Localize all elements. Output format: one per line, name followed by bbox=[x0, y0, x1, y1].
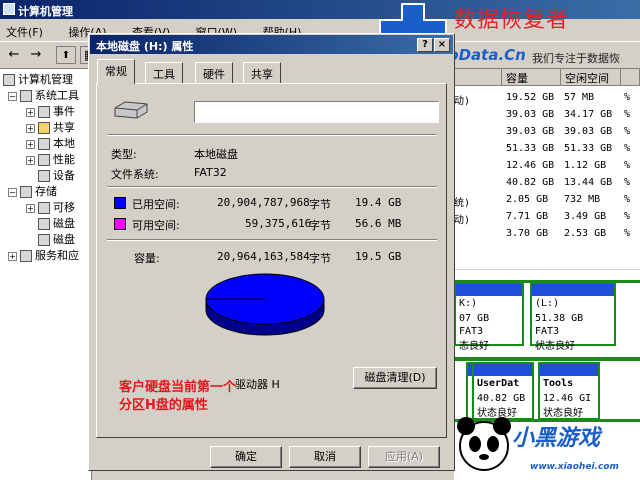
slogan-watermark: 我们专注于数据恢 bbox=[532, 52, 620, 65]
tree-item-device-manager[interactable]: 设备 bbox=[38, 168, 75, 184]
dialog-title-bar: 本地磁盘 (H:) 属性 ? × bbox=[90, 35, 453, 54]
tree-item-removable-storage[interactable]: + 可移 bbox=[26, 200, 75, 216]
expand-icon[interactable]: + bbox=[26, 139, 35, 149]
capacity-unit: 字节 bbox=[309, 252, 331, 265]
volume-label-input[interactable] bbox=[194, 101, 439, 123]
tree-item-shared-folders[interactable]: + 共享 bbox=[26, 120, 75, 136]
table-row[interactable]: 统) 2.05 GB 732 MB% bbox=[454, 192, 640, 209]
table-row[interactable]: 3.70 GB 2.53 GB% bbox=[454, 226, 640, 243]
device-manager-icon bbox=[38, 170, 50, 182]
volume-block-l[interactable]: (L:) 51.38 GB FAT3 状态良好 bbox=[530, 282, 616, 352]
disk-usage-pie bbox=[205, 273, 325, 336]
table-row[interactable]: 51.33 GB 51.33 GB% bbox=[454, 141, 640, 158]
file-system-value: FAT32 bbox=[194, 166, 227, 179]
tree-item-system-tools[interactable]: − 系统工具 bbox=[8, 88, 79, 104]
console-tree: 计算机管理 − 系统工具 + 事件 + 共享 + 本地 + 性能 设备 − 存储 + 可移 磁… bbox=[0, 69, 92, 480]
hard-drive-icon bbox=[114, 101, 148, 119]
tab-sharing[interactable]: 共享 bbox=[243, 62, 281, 83]
apply-button[interactable]: 应用(A) bbox=[368, 446, 440, 468]
table-row[interactable]: 动) 7.71 GB 3.49 GB% bbox=[454, 209, 640, 226]
tree-item-services[interactable]: + 服务和应 bbox=[8, 248, 79, 264]
disk-icon bbox=[38, 218, 50, 230]
tab-tools[interactable]: 工具 bbox=[145, 62, 183, 83]
free-space-bytes: 59,375,616 bbox=[245, 217, 312, 230]
table-row[interactable]: 动) 19.52 GB 57 MB% bbox=[454, 90, 640, 107]
table-row[interactable]: 39.03 GB 39.03 GB% bbox=[454, 124, 640, 141]
help-icon[interactable]: ? bbox=[417, 38, 433, 52]
tree-item-disk-management[interactable]: 磁盘 bbox=[38, 232, 75, 248]
table-row[interactable]: 40.82 GB 13.44 GB% bbox=[454, 175, 640, 192]
expand-icon[interactable]: + bbox=[26, 155, 35, 165]
table-row[interactable]: 39.03 GB 34.17 GB% bbox=[454, 107, 640, 124]
performance-icon bbox=[38, 154, 50, 166]
event-viewer-icon bbox=[38, 106, 50, 118]
used-space-bytes: 20,904,787,968 bbox=[217, 196, 310, 209]
close-icon[interactable]: × bbox=[434, 38, 450, 52]
collapse-icon[interactable]: − bbox=[8, 187, 17, 197]
brand-watermark-text: 数据恢复者 bbox=[454, 8, 570, 33]
computer-icon bbox=[3, 74, 15, 86]
drive-label: 驱动器 H bbox=[235, 378, 280, 391]
expand-icon[interactable]: + bbox=[8, 251, 17, 261]
tab-general[interactable]: 常规 bbox=[97, 59, 135, 84]
tree-item-computer-management[interactable]: 计算机管理 bbox=[3, 72, 73, 88]
type-value: 本地磁盘 bbox=[194, 148, 238, 161]
removable-storage-icon bbox=[38, 202, 50, 214]
tree-item-storage[interactable]: − 存储 bbox=[8, 184, 57, 200]
capacity-label: 容量: bbox=[134, 252, 160, 265]
main-window-title: 计算机管理 bbox=[18, 5, 73, 18]
tab-hardware[interactable]: 硬件 bbox=[195, 62, 233, 83]
free-space-size: 56.6 MB bbox=[355, 217, 402, 230]
tools-icon bbox=[20, 90, 32, 102]
expand-icon[interactable]: + bbox=[26, 123, 35, 133]
computer-management-icon bbox=[3, 3, 15, 15]
tree-item-disk-defragmenter[interactable]: 磁盘 bbox=[38, 216, 75, 232]
tree-item-local-users[interactable]: + 本地 bbox=[26, 136, 75, 152]
used-space-size: 19.4 GB bbox=[355, 196, 402, 209]
volume-list: 容量 空闲空间 动) 19.52 GB 57 MB% 39.03 GB 34.17 G… bbox=[454, 69, 640, 269]
cancel-button[interactable]: 取消 bbox=[289, 446, 361, 468]
free-space-unit: 字节 bbox=[309, 219, 331, 232]
table-row[interactable]: 12.46 GB 1.12 GB% bbox=[454, 158, 640, 175]
column-header-capacity[interactable]: 容量 bbox=[502, 69, 561, 86]
capacity-bytes: 20,964,163,584 bbox=[217, 250, 310, 263]
column-header-free-space[interactable]: 空闲空间 bbox=[561, 69, 621, 86]
tree-item-event-viewer[interactable]: + 事件 bbox=[26, 104, 75, 120]
used-space-label: 已用空间: bbox=[132, 198, 180, 211]
volume-block-tools[interactable]: Tools 12.46 GI 状态良好 bbox=[538, 362, 600, 420]
menu-file[interactable]: 文件(F) bbox=[6, 26, 43, 39]
expand-icon[interactable]: + bbox=[26, 203, 35, 213]
capacity-size: 19.5 GB bbox=[355, 250, 402, 263]
disk-icon bbox=[38, 234, 50, 246]
annotation-note: 客户硬盘当前第一个 分区H盘的属性 bbox=[119, 380, 237, 413]
percent-cell: % bbox=[624, 92, 631, 103]
column-header-status[interactable] bbox=[454, 69, 502, 86]
dialog-title: 本地磁盘 (H:) 属性 bbox=[96, 40, 194, 53]
footer-logo-text: 小黑游戏 bbox=[512, 426, 601, 451]
up-folder-icon[interactable]: ⬆ bbox=[56, 46, 76, 64]
back-arrow-icon[interactable]: ← bbox=[4, 46, 24, 64]
free-space-swatch bbox=[114, 218, 126, 230]
forward-arrow-icon[interactable]: → bbox=[26, 46, 46, 64]
footer-site-watermark: www.xiaohei.com bbox=[530, 462, 619, 472]
type-label: 类型: bbox=[111, 148, 137, 161]
ok-button[interactable]: 确定 bbox=[210, 446, 282, 468]
storage-icon bbox=[20, 186, 32, 198]
disk-cleanup-button[interactable]: 磁盘清理(D) bbox=[353, 367, 437, 389]
used-space-swatch bbox=[114, 197, 126, 209]
services-icon bbox=[20, 250, 32, 262]
folder-icon bbox=[38, 122, 50, 134]
volume-block-k[interactable]: K:) 07 GB FAT3 态良好 bbox=[454, 282, 524, 352]
used-space-unit: 字节 bbox=[309, 198, 331, 211]
properties-dialog: 本地磁盘 (H:) 属性 ? × 常规 工具 硬件 共享 类型: 本地磁盘 文件… bbox=[88, 33, 455, 471]
users-icon bbox=[38, 138, 50, 150]
file-system-label: 文件系统: bbox=[111, 168, 159, 181]
panda-logo bbox=[457, 417, 511, 471]
free-space-label: 可用空间: bbox=[132, 219, 180, 232]
collapse-icon[interactable]: − bbox=[8, 91, 17, 101]
tree-item-performance[interactable]: + 性能 bbox=[26, 152, 75, 168]
expand-icon[interactable]: + bbox=[26, 107, 35, 117]
column-header-extra[interactable] bbox=[621, 69, 640, 86]
